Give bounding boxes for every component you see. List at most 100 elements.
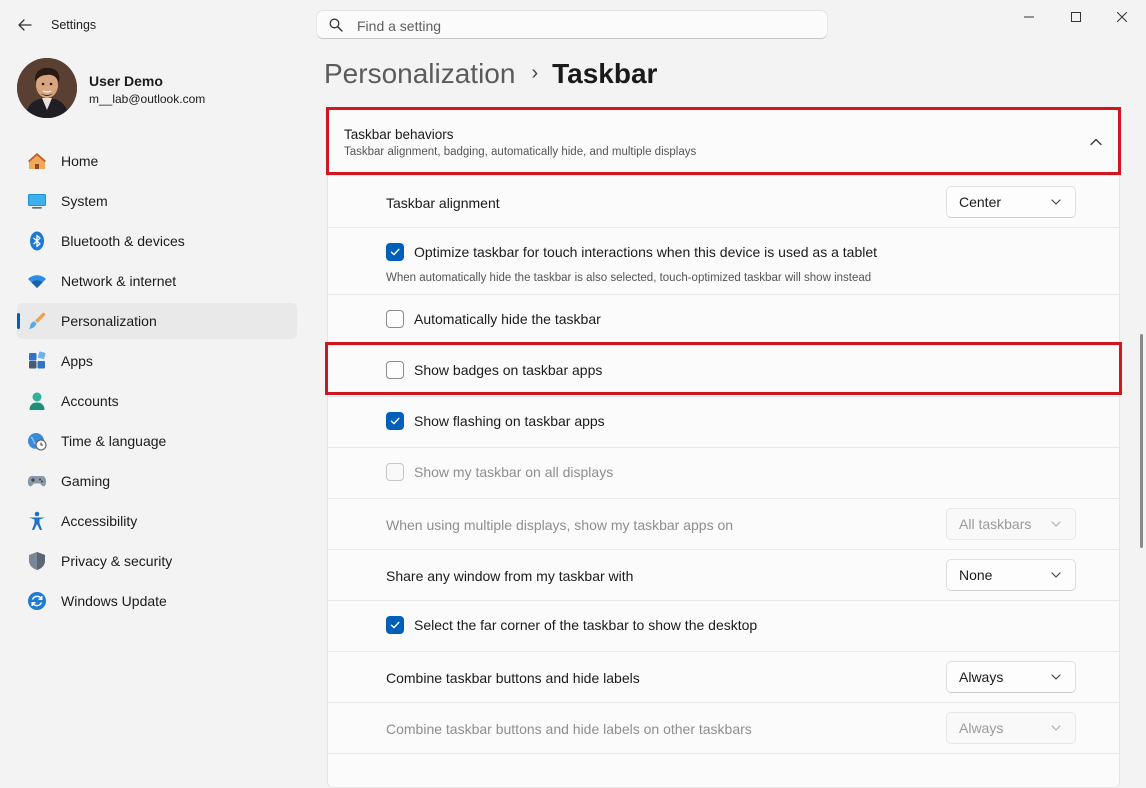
setting-row-partial [328,753,1119,783]
sidebar-item-label: Accessibility [61,513,138,529]
chevron-down-icon [1051,725,1061,731]
update-icon [28,592,46,610]
maximize-icon [1071,12,1081,22]
chevron-up-icon [1090,138,1102,146]
alignment-value: Center [959,194,1002,210]
sidebar-item-network[interactable]: Network & internet [17,263,297,299]
setting-row-share-window: Share any window from my taskbar with No… [328,549,1119,600]
sidebar-item-label: Apps [61,353,93,369]
section-description: Taskbar alignment, badging, automaticall… [344,146,697,158]
far-corner-label: Select the far corner of the taskbar to … [414,617,758,633]
chevron-down-icon [1051,199,1061,205]
all-displays-checkbox [386,463,404,481]
setting-row-flashing: Show flashing on taskbar apps [328,396,1119,447]
touch-checkbox[interactable] [386,243,404,261]
avatar-image [17,58,77,118]
sidebar-item-label: Privacy & security [61,553,173,569]
section-header-taskbar-behaviors[interactable]: Taskbar behaviors Taskbar alignment, bad… [328,109,1119,175]
user-name: User Demo [89,73,163,89]
home-icon [28,153,46,169]
alignment-dropdown[interactable]: Center [946,186,1076,218]
badges-label: Show badges on taskbar apps [414,362,603,378]
combine-other-value: Always [959,720,1004,736]
sidebar-item-gaming[interactable]: Gaming [17,463,297,499]
setting-row-autohide: Automatically hide the taskbar [328,294,1119,345]
section-title: Taskbar behaviors [344,127,454,142]
person-icon [29,392,45,410]
setting-row-multi-display-apps: When using multiple displays, show my ta… [328,498,1119,549]
sidebar-item-update[interactable]: Windows Update [17,583,297,619]
multi-display-apps-label: When using multiple displays, show my ta… [386,517,734,533]
sidebar-item-accounts[interactable]: Accounts [17,383,297,419]
setting-row-far-corner: Select the far corner of the taskbar to … [328,600,1119,651]
breadcrumb: Personalization › Taskbar [324,58,657,90]
gamepad-icon [27,476,47,487]
setting-row-badges: Show badges on taskbar apps [328,345,1119,396]
share-window-dropdown[interactable]: None [946,559,1076,591]
sidebar-item-label: Personalization [61,313,157,329]
checkmark-icon [390,248,400,256]
user-email: m__lab@outlook.com [89,92,206,106]
badges-checkbox[interactable] [386,361,404,379]
touch-label: Optimize taskbar for touch interactions … [414,244,878,260]
alignment-label: Taskbar alignment [386,195,500,211]
monitor-icon [28,194,46,209]
flashing-checkbox[interactable] [386,412,404,430]
close-button[interactable] [1099,6,1145,28]
combine-label: Combine taskbar buttons and hide labels [386,670,640,686]
sidebar-item-privacy[interactable]: Privacy & security [17,543,297,579]
search-input[interactable] [355,14,809,37]
apps-icon [29,351,46,369]
sidebar-item-home[interactable]: Home [17,143,297,179]
avatar [17,58,77,118]
setting-row-combine: Combine taskbar buttons and hide labels … [328,651,1119,702]
page-title: Taskbar [552,58,658,89]
setting-row-alignment: Taskbar alignment Center [328,175,1119,227]
sidebar-item-label: Network & internet [61,273,177,289]
all-displays-label: Show my taskbar on all displays [414,464,614,480]
sidebar-item-label: Home [61,153,99,169]
collapse-button[interactable] [1085,131,1107,153]
sidebar-item-label: Windows Update [61,593,167,609]
sidebar-item-bluetooth[interactable]: Bluetooth & devices [17,223,297,259]
search-box[interactable] [316,10,828,39]
maximize-button[interactable] [1053,6,1099,28]
autohide-label: Automatically hide the taskbar [414,311,601,327]
sidebar-item-time[interactable]: Time & language [17,423,297,459]
setting-row-all-displays: Show my taskbar on all displays [328,447,1119,498]
back-arrow-icon [18,19,32,31]
sidebar-item-accessibility[interactable]: Accessibility [17,503,297,539]
minimize-button[interactable] [1006,6,1052,28]
paintbrush-icon [29,312,46,329]
sidebar-item-apps[interactable]: Apps [17,343,297,379]
multi-display-apps-value: All taskbars [959,516,1032,532]
chevron-down-icon [1051,521,1061,527]
scrollbar-thumb[interactable] [1140,334,1143,548]
sidebar-item-system[interactable]: System [17,183,297,219]
sidebar-item-personalization[interactable]: Personalization [17,303,297,339]
far-corner-checkbox[interactable] [386,616,404,634]
sidebar-item-label: Accounts [61,393,119,409]
back-button[interactable] [14,14,36,36]
chevron-down-icon [1051,674,1061,680]
settings-card: Taskbar behaviors Taskbar alignment, bad… [327,108,1120,788]
flashing-label: Show flashing on taskbar apps [414,413,605,429]
wifi-icon [28,275,46,288]
sidebar-item-label: Time & language [61,433,167,449]
autohide-checkbox[interactable] [386,310,404,328]
setting-row-touch: Optimize taskbar for touch interactions … [328,227,1119,294]
combine-value: Always [959,669,1004,685]
checkmark-icon [390,621,400,629]
search-icon [329,18,343,32]
combine-other-dropdown: Always [946,712,1076,744]
sidebar-item-label: Bluetooth & devices [61,233,185,249]
combine-dropdown[interactable]: Always [946,661,1076,693]
setting-row-combine-other: Combine taskbar buttons and hide labels … [328,702,1119,753]
title-bar: Settings [0,0,1146,48]
combine-other-label: Combine taskbar buttons and hide labels … [386,721,752,737]
sidebar-item-label: Gaming [61,473,111,489]
accessibility-icon [29,511,45,530]
minimize-icon [1024,16,1034,18]
breadcrumb-parent[interactable]: Personalization [324,58,515,89]
sidebar-item-label: System [61,193,108,209]
